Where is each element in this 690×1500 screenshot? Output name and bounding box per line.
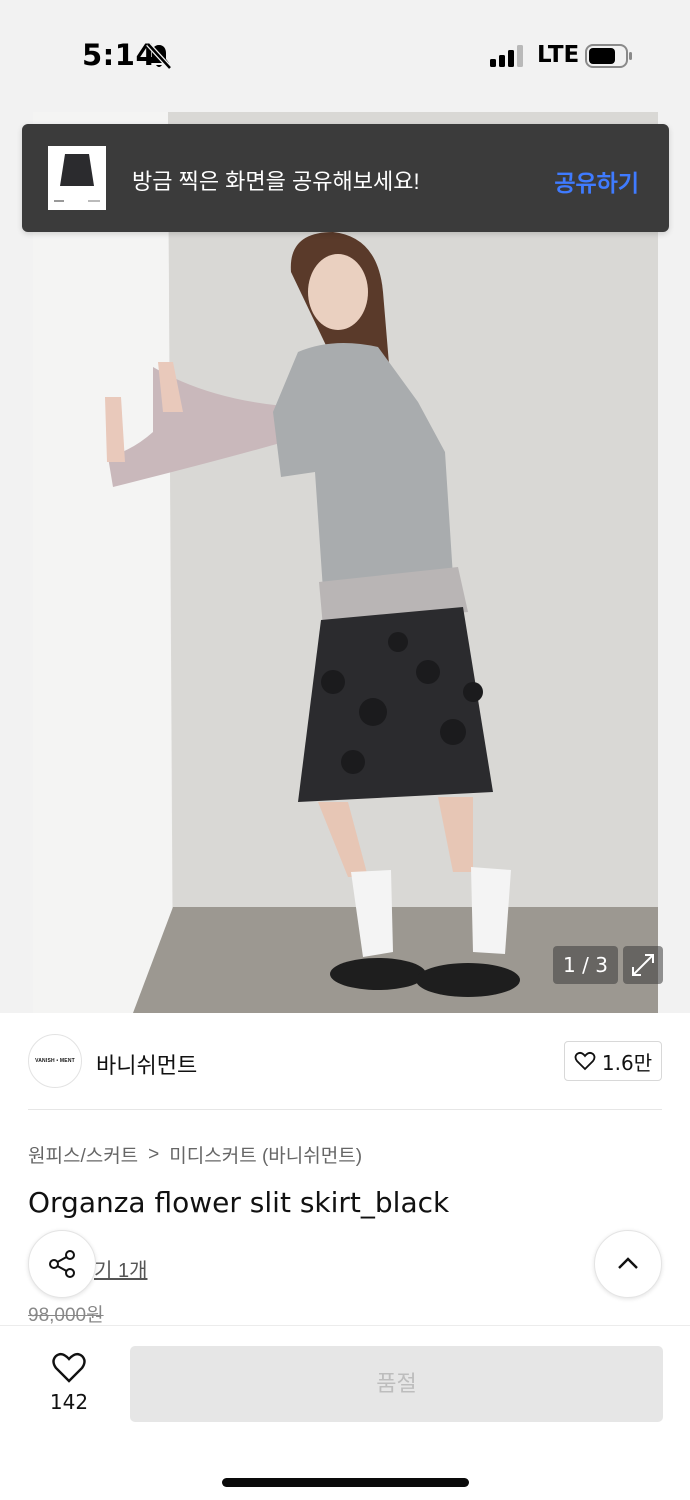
bell-slash-icon (146, 42, 172, 70)
toast-share-button[interactable]: 공유하기 (554, 164, 639, 198)
breadcrumb-separator: > (148, 1143, 160, 1165)
share-toast: 방금 찍은 화면을 공유해보세요! 공유하기 (22, 124, 669, 232)
signal-icon (490, 45, 523, 67)
home-indicator (222, 1478, 469, 1487)
network-label: LTE (537, 42, 580, 68)
toast-message: 방금 찍은 화면을 공유해보세요! (132, 169, 420, 194)
breadcrumb: 원피스/스커트 > 미디스커트 (바니쉬먼트) (28, 1141, 362, 1168)
status-bar: 5:14 LTE (0, 0, 690, 112)
share-button[interactable] (28, 1230, 96, 1298)
screenshot-thumbnail[interactable] (48, 146, 106, 210)
brand-logo-text: VANISH • MENT (35, 1058, 75, 1064)
divider (28, 1109, 662, 1110)
wish-button[interactable]: 142 (30, 1350, 108, 1422)
brand-like-count: 1.6만 (601, 1050, 653, 1075)
battery-icon (585, 44, 632, 68)
heart-icon (52, 1352, 86, 1383)
brand-name[interactable]: 바니쉬먼트 (96, 1048, 197, 1080)
product-title: Organza flower slit skirt_black (28, 1186, 450, 1219)
share-icon (49, 1250, 75, 1278)
wish-count: 142 (49, 1390, 89, 1414)
expand-button[interactable] (623, 946, 663, 984)
image-counter: 1 / 3 (553, 946, 618, 984)
review-link[interactable]: 기 1개 (94, 1254, 147, 1283)
heart-icon (574, 1051, 596, 1071)
scroll-top-button[interactable] (594, 1230, 662, 1298)
brand-like-button[interactable]: 1.6만 (564, 1041, 662, 1081)
brand-logo[interactable]: VANISH • MENT (28, 1034, 82, 1088)
breadcrumb-category[interactable]: 원피스/스커트 (28, 1141, 138, 1168)
chevron-up-icon (618, 1257, 638, 1269)
bottom-action-bar: 142 품절 (0, 1325, 690, 1500)
product-photo[interactable] (33, 112, 658, 1013)
original-price: 98,000원 (28, 1305, 104, 1326)
product-gallery[interactable]: 1 / 3 (0, 112, 690, 1013)
soldout-button[interactable]: 품절 (130, 1346, 663, 1422)
breadcrumb-subcategory[interactable]: 미디스커트 (바니쉬먼트) (169, 1141, 362, 1168)
expand-icon (632, 954, 654, 976)
